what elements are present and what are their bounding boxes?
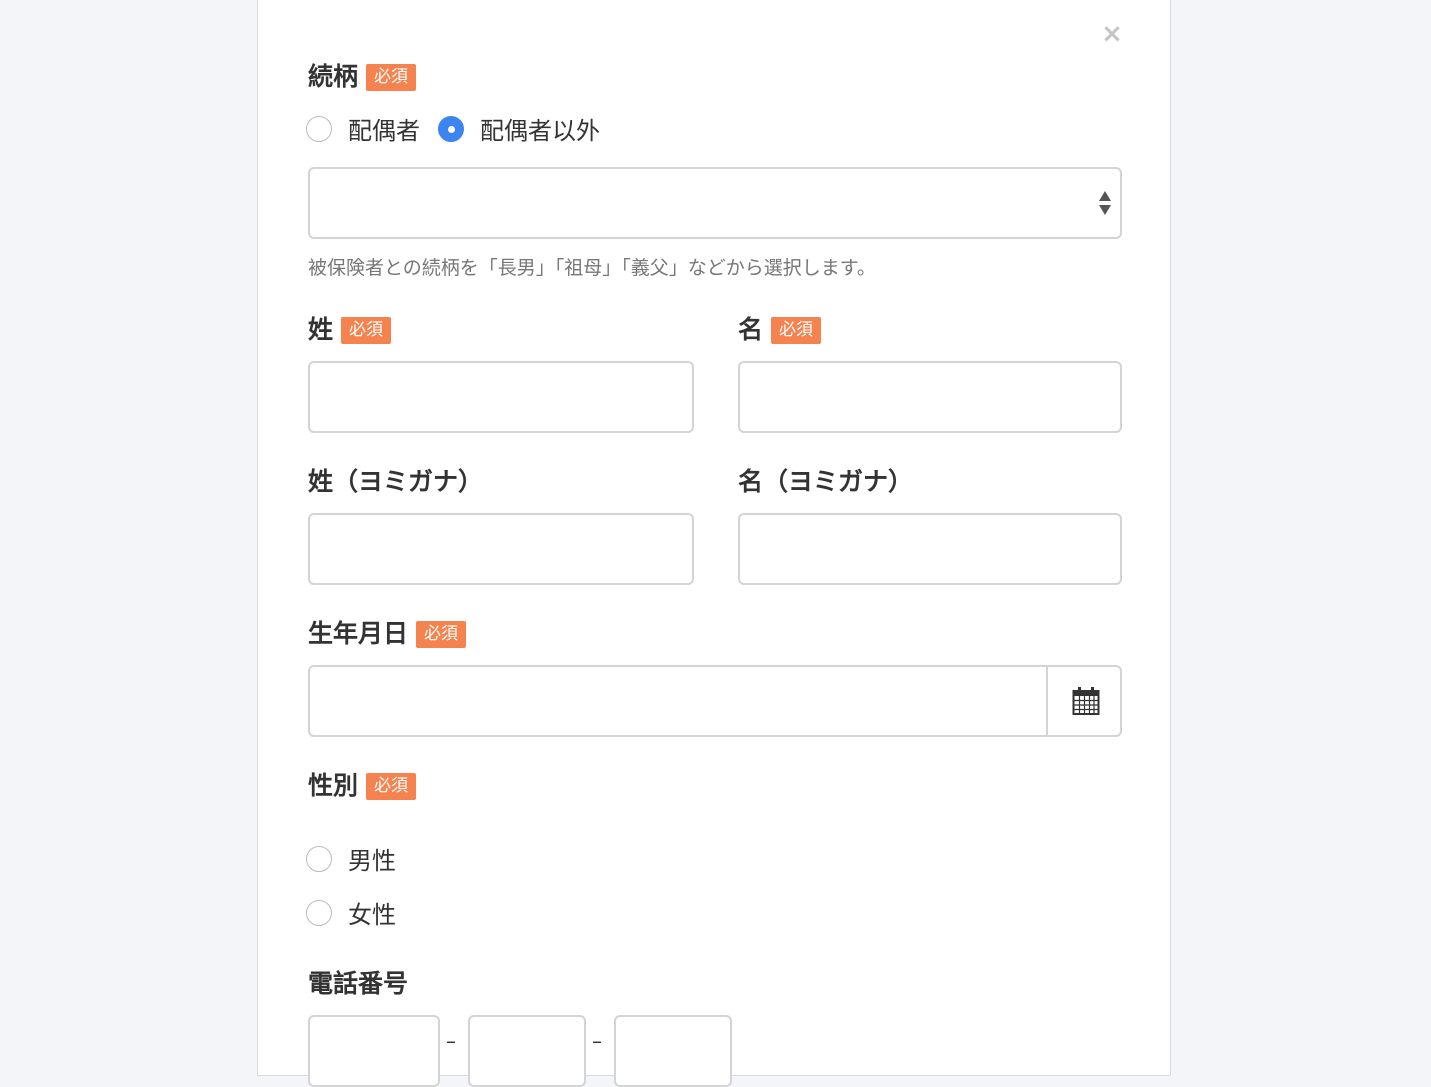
radio-non-spouse[interactable] — [438, 115, 464, 142]
gender-label-text: 性別 — [308, 771, 359, 800]
relationship-radio-group: 配偶者 配偶者以外 — [306, 111, 600, 146]
radio-male[interactable] — [306, 845, 332, 872]
phone-input-area[interactable] — [308, 1015, 440, 1087]
radio-female-label[interactable]: 女性 — [348, 895, 396, 930]
required-badge: 必須 — [416, 621, 467, 648]
birthdate-label-text: 生年月日 — [308, 619, 409, 648]
radio-spouse[interactable] — [306, 115, 332, 142]
last-name-label: 姓必須 — [308, 315, 392, 345]
gender-radio-female[interactable]: 女性 — [306, 895, 396, 930]
required-badge: 必須 — [366, 773, 417, 800]
last-name-kana-input[interactable] — [308, 513, 694, 585]
gender-label: 性別 必須 — [308, 771, 417, 801]
birthdate-input[interactable] — [308, 665, 1122, 737]
birthdate-label: 生年月日 必須 — [308, 619, 467, 649]
first-name-input[interactable] — [738, 361, 1122, 433]
last-name-label-text: 姓 — [308, 315, 334, 344]
gender-radio-male[interactable]: 男性 — [306, 841, 396, 876]
phone-input-subscriber[interactable] — [614, 1015, 732, 1087]
required-badge: 必須 — [366, 64, 417, 91]
phone-separator: – — [592, 1029, 602, 1053]
relationship-select[interactable] — [308, 167, 1122, 239]
dependent-form-modal: × 続柄 必須 配偶者 配偶者以外 被保険者との続柄を「長男」「祖母」「義父」など… — [257, 0, 1171, 1087]
first-name-label: 名必須 — [738, 315, 822, 345]
required-badge: 必須 — [771, 317, 822, 344]
relationship-label: 続柄 必須 — [308, 62, 417, 92]
required-badge: 必須 — [341, 317, 392, 344]
radio-male-label[interactable]: 男性 — [348, 841, 396, 876]
radio-spouse-label[interactable]: 配偶者 — [348, 111, 420, 146]
first-name-kana-label: 名（ヨミガナ） — [738, 467, 914, 496]
first-name-label-text: 名 — [738, 315, 764, 344]
relationship-label-text: 続柄 — [308, 62, 359, 91]
last-name-kana-label: 姓（ヨミガナ） — [308, 467, 484, 496]
calendar-button[interactable] — [1046, 667, 1124, 735]
first-name-kana-input[interactable] — [738, 513, 1122, 585]
radio-female[interactable] — [306, 899, 332, 926]
calendar-icon — [1072, 687, 1100, 715]
close-icon[interactable]: × — [1101, 21, 1123, 47]
relationship-help-text: 被保険者との続柄を「長男」「祖母」「義父」などから選択します。 — [308, 257, 876, 279]
last-name-input[interactable] — [308, 361, 694, 433]
phone-input-exchange[interactable] — [468, 1015, 586, 1087]
phone-label: 電話番号 — [308, 969, 409, 998]
select-arrows-icon — [1099, 191, 1111, 215]
radio-non-spouse-label[interactable]: 配偶者以外 — [480, 111, 600, 146]
phone-separator: – — [446, 1029, 456, 1053]
